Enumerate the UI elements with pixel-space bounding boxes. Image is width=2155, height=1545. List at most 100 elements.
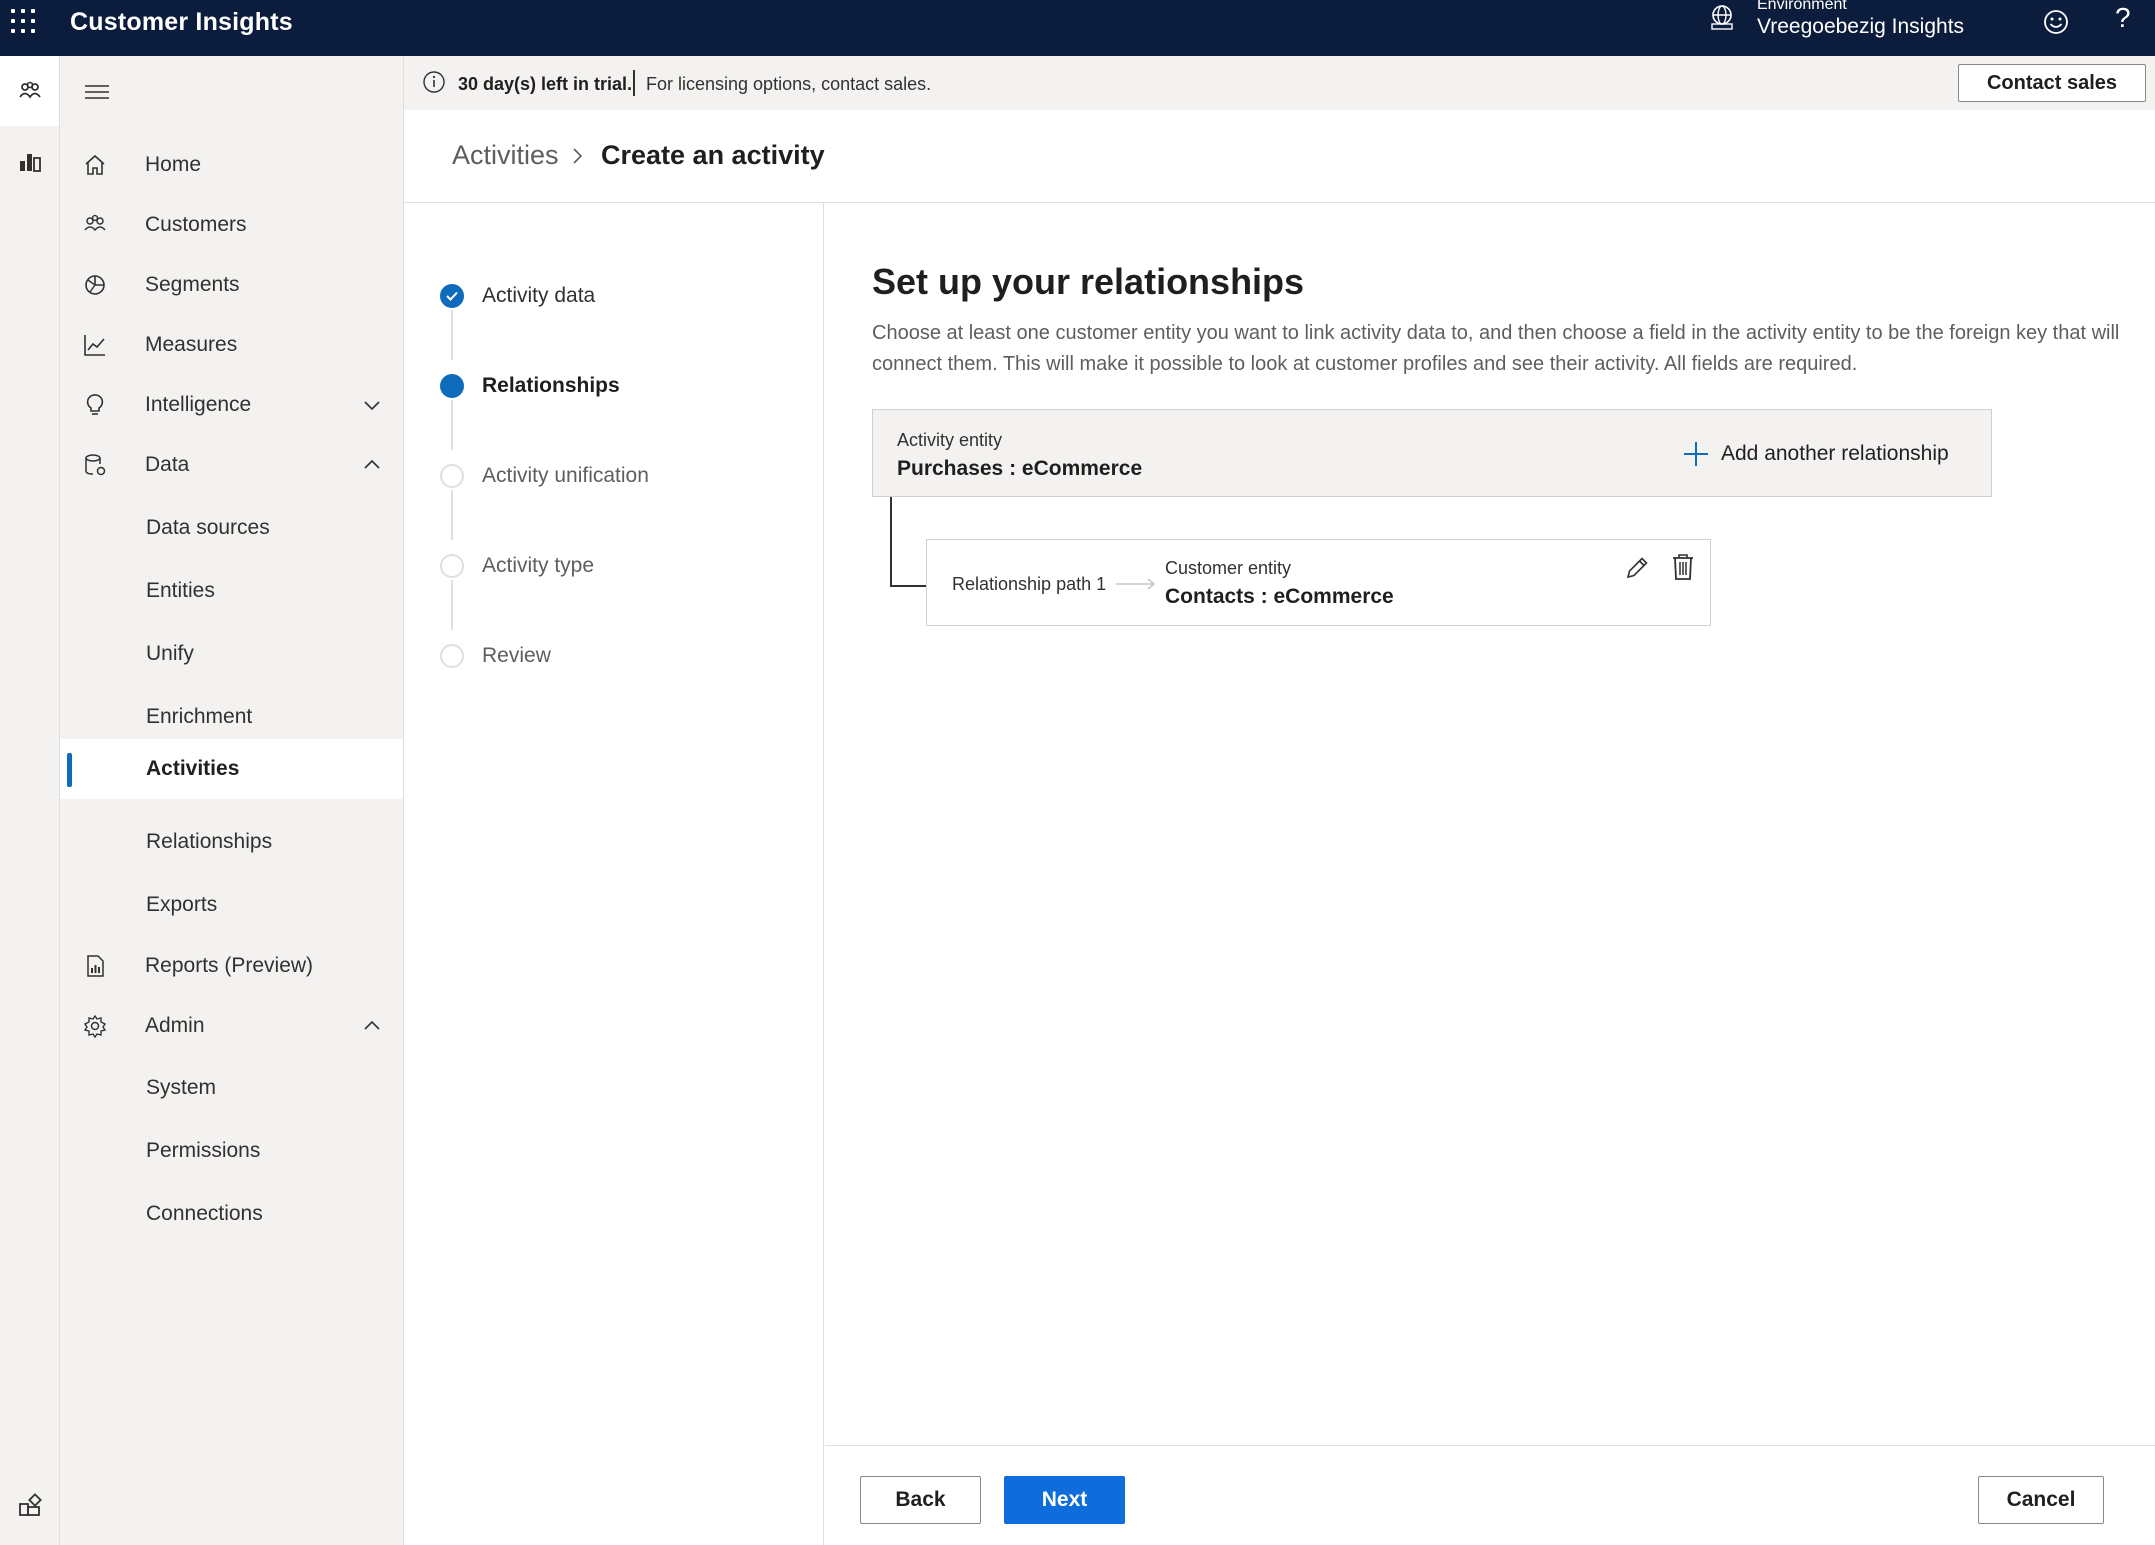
nav-item-exports[interactable]: Exports [60, 875, 403, 935]
nav-label: Enrichment [146, 705, 253, 728]
breadcrumb-current: Create an activity [601, 140, 825, 170]
nav-item-reports[interactable]: Reports (Preview) [60, 936, 403, 996]
segments-icon [85, 275, 105, 295]
next-button[interactable]: Next [1004, 1476, 1125, 1524]
licensing-text: For licensing options, contact sales. [646, 74, 932, 94]
step-connector [451, 490, 453, 540]
nav-item-customers[interactable]: Customers [60, 195, 403, 255]
app-rail [0, 56, 60, 1545]
banner-divider [633, 70, 635, 96]
nav-item-entities[interactable]: Entities [60, 561, 403, 621]
customer-entity-value: Contacts : eCommerce [1165, 585, 1394, 608]
nav-item-home[interactable]: Home [60, 135, 403, 195]
people-icon [18, 81, 41, 99]
step-activity-unification[interactable]: Activity unification [404, 456, 804, 496]
nav-label: Segments [145, 273, 240, 296]
side-nav: Home Customers Segments Measures Intelli… [60, 56, 404, 1545]
nav-label: Connections [146, 1202, 263, 1225]
step-label: Activity data [482, 284, 596, 307]
delete-icon[interactable] [1669, 552, 1697, 582]
nav-item-activities[interactable]: Activities [60, 739, 403, 799]
nav-item-intelligence[interactable]: Intelligence [60, 375, 403, 435]
arrow-right-icon [1116, 578, 1156, 590]
report-icon [87, 955, 104, 977]
nav-item-enrichment[interactable]: Enrichment [60, 687, 403, 747]
nav-label: Exports [146, 893, 218, 916]
breadcrumb-parent[interactable]: Activities [452, 140, 559, 171]
edit-icon[interactable] [1623, 554, 1651, 582]
rail-dashboard-item[interactable] [0, 126, 59, 196]
step-relationships[interactable]: Relationships [404, 366, 804, 406]
selection-indicator [67, 753, 72, 787]
nav-item-data-sources[interactable]: Data sources [60, 498, 403, 558]
step-review[interactable]: Review [404, 636, 804, 676]
chevron-up-icon[interactable] [362, 1016, 382, 1036]
nav-item-measures[interactable]: Measures [60, 315, 403, 375]
nav-label: Permissions [146, 1139, 261, 1162]
nav-item-admin[interactable]: Admin [60, 996, 403, 1056]
nav-label: System [146, 1076, 217, 1099]
nav-item-connections[interactable]: Connections [60, 1184, 403, 1244]
step-activity-type[interactable]: Activity type [404, 546, 804, 586]
activity-entity-card: Activity entity Purchases : eCommerce Ad… [872, 409, 1992, 497]
relationship-card: Relationship path 1 Customer entity Cont… [926, 539, 1711, 626]
back-button[interactable]: Back [860, 1476, 981, 1524]
smile-icon[interactable] [2040, 6, 2072, 38]
hamburger-icon[interactable] [84, 82, 110, 102]
customer-entity-label: Customer entity [1165, 558, 1292, 578]
info-icon [423, 71, 445, 93]
pending-step-dot [440, 554, 464, 578]
waffle-icon[interactable] [10, 8, 37, 35]
trial-text: 30 day(s) left in trial. [458, 74, 633, 94]
nav-label: Intelligence [145, 393, 252, 416]
rail-people-item[interactable] [0, 56, 59, 126]
chevron-down-icon[interactable] [362, 395, 382, 415]
page-title: Set up your relationships [872, 261, 1305, 302]
activity-entity-value: Purchases : eCommerce [897, 457, 1143, 480]
data-icon [85, 454, 106, 476]
nav-item-system[interactable]: System [60, 1058, 403, 1118]
nav-item-segments[interactable]: Segments [60, 255, 403, 315]
dashboard-icon [19, 154, 41, 172]
help-icon[interactable]: ? [2115, 2, 2131, 34]
nav-item-unify[interactable]: Unify [60, 624, 403, 684]
step-label: Activity unification [482, 464, 649, 487]
cancel-button[interactable]: Cancel [1978, 1476, 2104, 1524]
nav-item-data[interactable]: Data [60, 435, 403, 495]
step-label: Review [482, 644, 551, 667]
check-icon [440, 284, 464, 308]
rail-bottom-item[interactable] [0, 1471, 59, 1541]
add-relationship-label: Add another relationship [1721, 442, 1949, 465]
app-title[interactable]: Customer Insights [70, 8, 293, 37]
nav-label: Reports (Preview) [145, 954, 314, 977]
customers-icon [84, 214, 106, 232]
lightbulb-icon [86, 394, 104, 415]
nav-label: Unify [146, 642, 194, 665]
nav-item-permissions[interactable]: Permissions [60, 1121, 403, 1181]
activity-entity-label: Activity entity [897, 430, 1003, 450]
pending-step-dot [440, 644, 464, 668]
measures-icon [84, 335, 105, 356]
pending-step-dot [440, 464, 464, 488]
contact-sales-button[interactable]: Contact sales [1958, 64, 2146, 102]
trial-banner: 30 day(s) left in trial. For licensing o… [404, 56, 2155, 110]
add-relationship-button[interactable]: Add another relationship [1683, 438, 1983, 470]
step-connector [451, 310, 453, 360]
main-content: Set up your relationships Choose at leas… [825, 203, 2155, 1443]
step-label: Relationships [482, 374, 620, 397]
wizard-footer: Back Next Cancel [825, 1445, 2155, 1545]
relationship-path-label: Relationship path 1 [952, 574, 1107, 594]
nav-label: Entities [146, 579, 215, 602]
globe-icon[interactable] [1706, 2, 1738, 34]
chevron-up-icon[interactable] [362, 455, 382, 475]
gear-icon [83, 1014, 107, 1039]
breadcrumb: Activities Create an activity [404, 110, 2155, 203]
nav-label: Customers [145, 213, 247, 236]
step-connector [451, 580, 453, 630]
step-activity-data[interactable]: Activity data [404, 276, 804, 316]
plus-icon [1684, 442, 1708, 466]
nav-item-relationships[interactable]: Relationships [60, 812, 403, 872]
wizard-stepper: Activity data Relationships Activity uni… [404, 203, 824, 1545]
nav-label: Activities [146, 757, 240, 780]
environment-name[interactable]: Vreegoebezig Insights [1757, 15, 1964, 39]
